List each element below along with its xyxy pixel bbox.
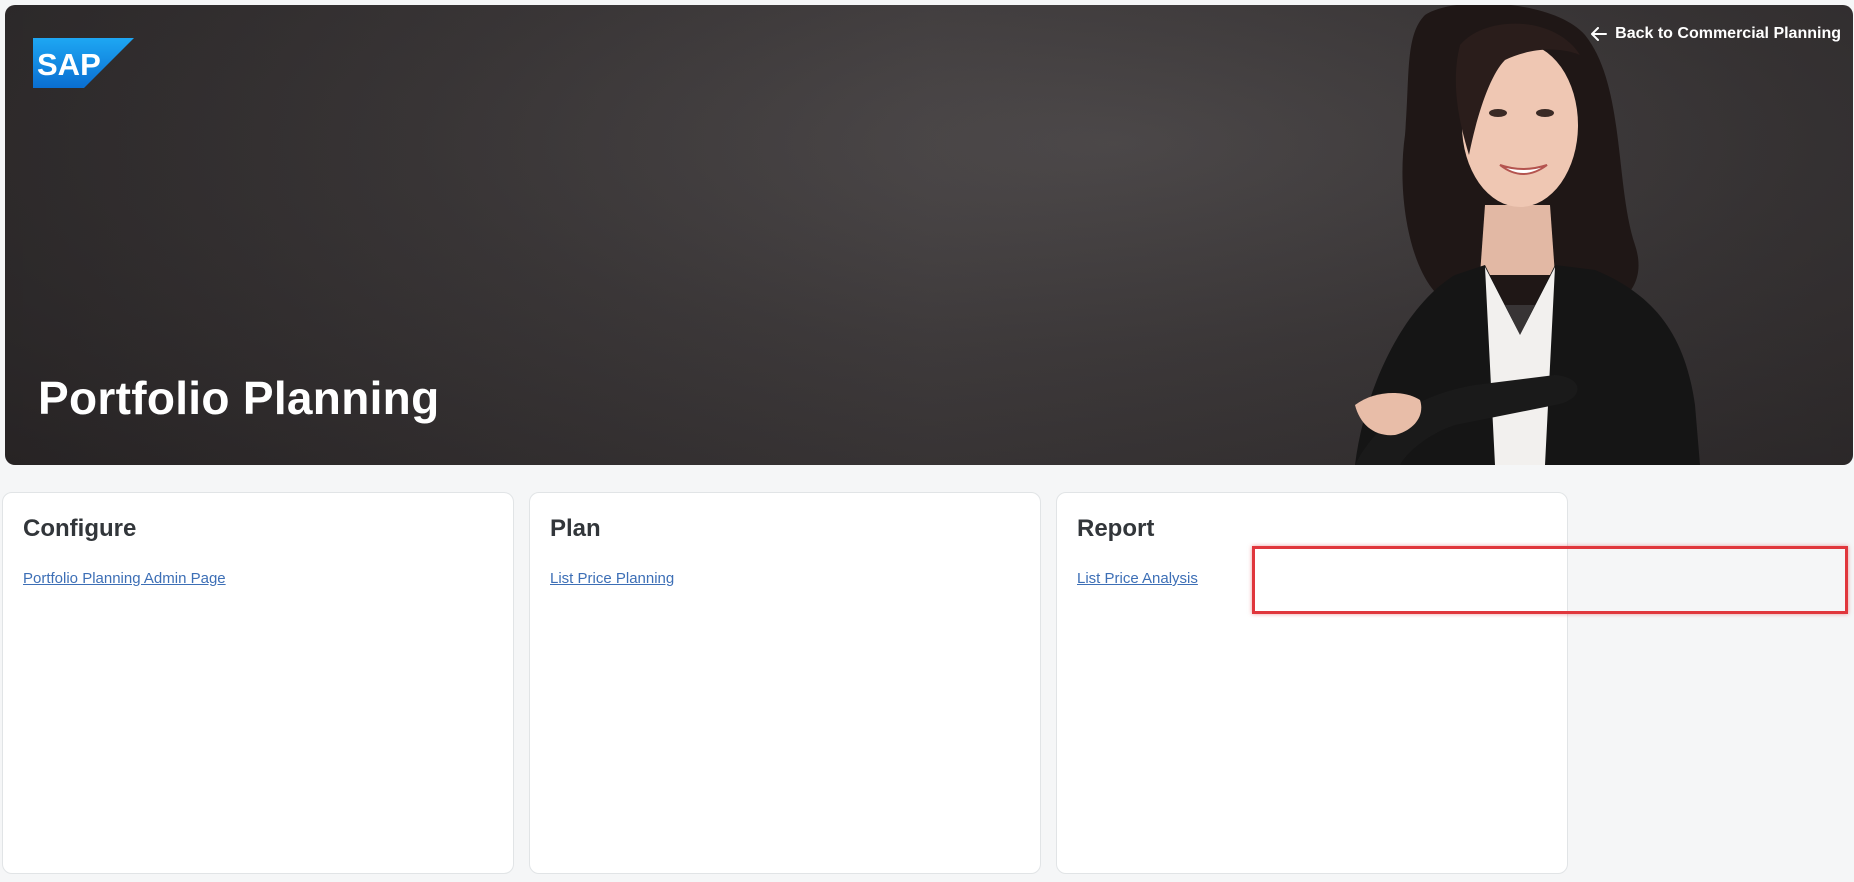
sap-logo-text: SAP — [37, 47, 101, 82]
configure-card: Configure Portfolio Planning Admin Page — [2, 492, 514, 874]
back-link-label: Back to Commercial Planning — [1615, 25, 1841, 42]
cards-section: Configure Portfolio Planning Admin Page … — [2, 492, 1852, 876]
sap-logo: SAP — [33, 38, 134, 88]
card-title-configure: Configure — [23, 515, 137, 542]
card-title-plan: Plan — [550, 515, 601, 542]
list-price-planning-link[interactable]: List Price Planning — [550, 570, 674, 587]
hero-portrait-image — [1355, 5, 1700, 465]
hero-banner: SAP Back to Commercial Planning Portfoli… — [5, 5, 1853, 465]
portfolio-planning-admin-page-link[interactable]: Portfolio Planning Admin Page — [23, 570, 226, 587]
list-price-analysis-link[interactable]: List Price Analysis — [1077, 570, 1198, 587]
back-to-commercial-planning-link[interactable]: Back to Commercial Planning — [1591, 25, 1841, 43]
page: SAP Back to Commercial Planning Portfoli… — [0, 0, 1854, 882]
page-title: Portfolio Planning — [38, 372, 440, 424]
card-title-report: Report — [1077, 515, 1155, 542]
plan-card: Plan List Price Planning — [529, 492, 1041, 874]
report-card: Report List Price Analysis — [1056, 492, 1568, 874]
arrow-left-icon — [1591, 27, 1608, 41]
